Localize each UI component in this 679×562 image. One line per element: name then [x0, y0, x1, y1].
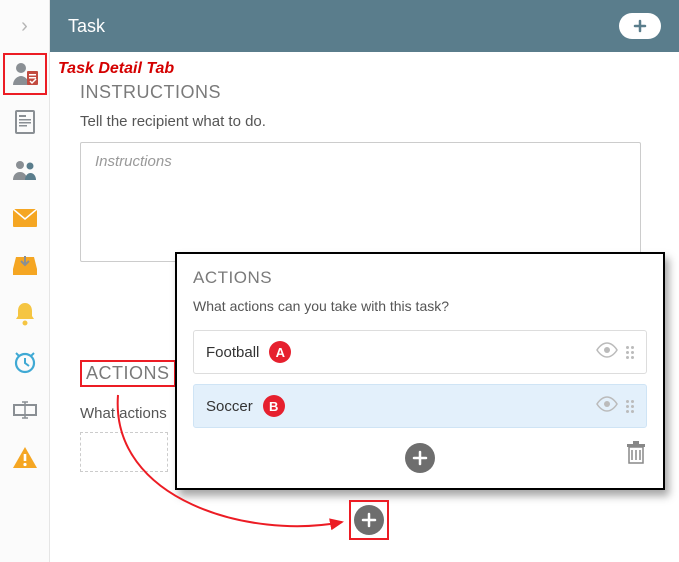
- popup-subtitle: What actions can you take with this task…: [193, 298, 647, 314]
- eye-icon[interactable]: [596, 396, 618, 416]
- drag-handle-icon[interactable]: [626, 346, 634, 359]
- actions-section: ACTIONS What actions: [80, 360, 176, 472]
- header-bar: Task: [50, 0, 679, 52]
- instructions-section: INSTRUCTIONS Tell the recipient what to …: [80, 82, 649, 267]
- drag-handle-icon[interactable]: [626, 400, 634, 413]
- annotation-badge-a: A: [269, 341, 291, 363]
- action-row-controls: [596, 396, 634, 416]
- sidebar-item-inbox[interactable]: [4, 246, 46, 286]
- action-row[interactable]: Football A: [193, 330, 647, 374]
- page-title: Task: [68, 16, 105, 37]
- actions-placeholder-box: [80, 432, 168, 472]
- sidebar-item-clock[interactable]: [4, 342, 46, 382]
- action-row[interactable]: Soccer B: [193, 384, 647, 428]
- chevron-right-icon: ›: [21, 15, 28, 38]
- action-label: Football: [206, 344, 259, 361]
- add-action-button-main[interactable]: [354, 505, 384, 535]
- sidebar-item-warning[interactable]: [4, 438, 46, 478]
- sidebar-item-text-cursor[interactable]: [4, 390, 46, 430]
- warning-icon: [5, 438, 45, 478]
- bell-icon: [5, 294, 45, 334]
- text-cursor-icon: [5, 390, 45, 430]
- actions-heading: ACTIONS: [80, 360, 176, 387]
- action-label: Soccer: [206, 398, 253, 415]
- popup-heading: ACTIONS: [193, 268, 647, 288]
- instructions-input[interactable]: [80, 142, 641, 262]
- sidebar-item-bell[interactable]: [4, 294, 46, 334]
- annotation-highlight-sidebar: [3, 53, 47, 95]
- inbox-icon: [5, 246, 45, 286]
- actions-subtitle: What actions: [80, 405, 176, 422]
- instructions-subtitle: Tell the recipient what to do.: [80, 113, 649, 130]
- sidebar-item-document[interactable]: [4, 102, 46, 142]
- clock-icon: [5, 342, 45, 382]
- annotation-highlight-add: [349, 500, 389, 540]
- mail-icon: [5, 198, 45, 238]
- eye-icon[interactable]: [596, 342, 618, 362]
- action-row-controls: [596, 342, 634, 362]
- instructions-heading: INSTRUCTIONS: [80, 82, 649, 103]
- annotation-badge-b: B: [263, 395, 285, 417]
- header-add-button[interactable]: [619, 13, 661, 39]
- delete-action-button[interactable]: [625, 440, 647, 472]
- popup-footer: [193, 438, 647, 478]
- add-action-button[interactable]: [405, 443, 435, 473]
- sidebar-item-people[interactable]: [4, 150, 46, 190]
- document-icon: [5, 102, 45, 142]
- sidebar-collapse[interactable]: ›: [4, 6, 46, 46]
- people-icon: [5, 150, 45, 190]
- actions-popup: ACTIONS What actions can you take with t…: [175, 252, 665, 490]
- sidebar-item-mail[interactable]: [4, 198, 46, 238]
